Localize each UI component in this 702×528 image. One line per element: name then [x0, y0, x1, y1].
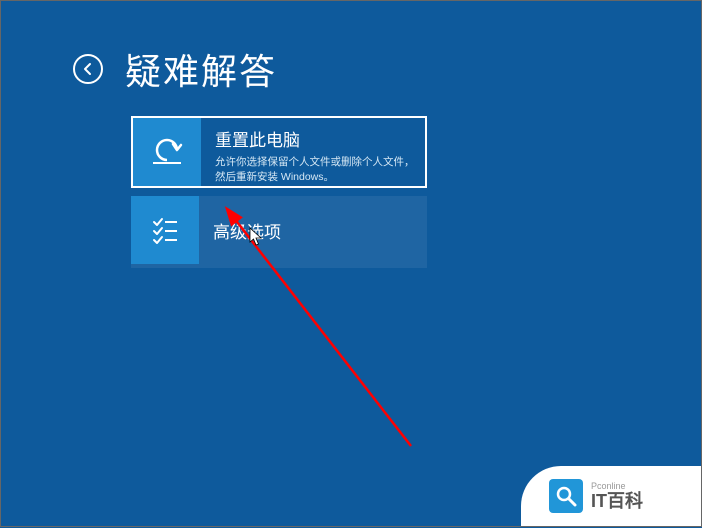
option-text: 高级选项: [213, 196, 291, 247]
reset-icon: [133, 118, 201, 186]
option-title: 高级选项: [213, 218, 281, 243]
option-description: 允许你选择保留个人文件或删除个人文件，然后重新安装 Windows。: [215, 155, 415, 185]
back-arrow-icon: [81, 62, 95, 76]
watermark-text: Pconline IT百科: [591, 482, 643, 510]
watermark: Pconline IT百科: [521, 466, 701, 526]
option-advanced[interactable]: 高级选项: [131, 196, 427, 268]
magnifier-icon: [549, 479, 583, 513]
options-list: 重置此电脑 允许你选择保留个人文件或删除个人文件，然后重新安装 Windows。…: [131, 116, 427, 268]
option-reset-pc[interactable]: 重置此电脑 允许你选择保留个人文件或删除个人文件，然后重新安装 Windows。: [131, 116, 427, 188]
page-title: 疑难解答: [125, 43, 277, 95]
watermark-title: IT百科: [591, 492, 643, 510]
header: 疑难解答: [73, 43, 277, 95]
checklist-icon: [131, 196, 199, 264]
option-text: 重置此电脑 允许你选择保留个人文件或删除个人文件，然后重新安装 Windows。: [215, 118, 425, 185]
back-button[interactable]: [73, 54, 103, 84]
option-title: 重置此电脑: [215, 126, 415, 151]
watermark-subtitle: Pconline: [591, 482, 643, 491]
